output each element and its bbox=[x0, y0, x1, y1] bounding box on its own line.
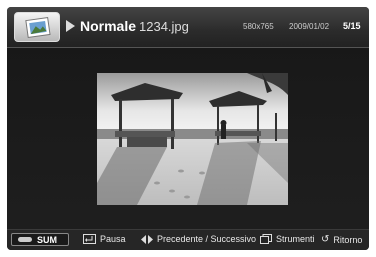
tools-label: Strumenti bbox=[276, 234, 315, 244]
image-date: 2009/01/02 bbox=[289, 22, 330, 31]
image-position-counter: 5/15 bbox=[343, 21, 361, 31]
play-icon bbox=[66, 20, 75, 32]
prev-next-label: Precedente / Successivo bbox=[157, 234, 257, 244]
left-right-arrows-icon bbox=[141, 234, 153, 244]
file-name: 1234.jpg bbox=[139, 19, 189, 34]
beach-photo bbox=[97, 73, 288, 205]
tools-icon bbox=[260, 234, 272, 244]
image-resolution: 580x765 bbox=[243, 22, 274, 31]
sum-button[interactable]: SUM bbox=[11, 233, 69, 246]
return-label: Ritorno bbox=[333, 234, 363, 245]
header-bar: Normale 1234.jpg 580x765 2009/01/02 5/15 bbox=[7, 7, 369, 48]
bottom-control-bar: SUM Pausa Precedente / Successivo Strume… bbox=[7, 229, 369, 250]
return-icon: ↺ bbox=[321, 234, 330, 245]
viewer-screen: Normale 1234.jpg 580x765 2009/01/02 5/15 bbox=[7, 7, 369, 250]
photo-frame-icon bbox=[14, 12, 60, 42]
photo-display[interactable] bbox=[97, 73, 288, 205]
prev-next-hint[interactable]: Precedente / Successivo bbox=[141, 234, 256, 244]
pause-enter-icon bbox=[83, 234, 96, 244]
sum-remote-icon bbox=[18, 237, 32, 242]
sum-label: SUM bbox=[37, 235, 57, 245]
pause-label: Pausa bbox=[100, 234, 126, 244]
pause-hint[interactable]: Pausa bbox=[83, 234, 126, 244]
tools-hint[interactable]: Strumenti bbox=[260, 234, 315, 244]
return-hint[interactable]: ↺ Ritorno bbox=[321, 234, 362, 245]
view-mode-label: Normale bbox=[80, 18, 137, 34]
